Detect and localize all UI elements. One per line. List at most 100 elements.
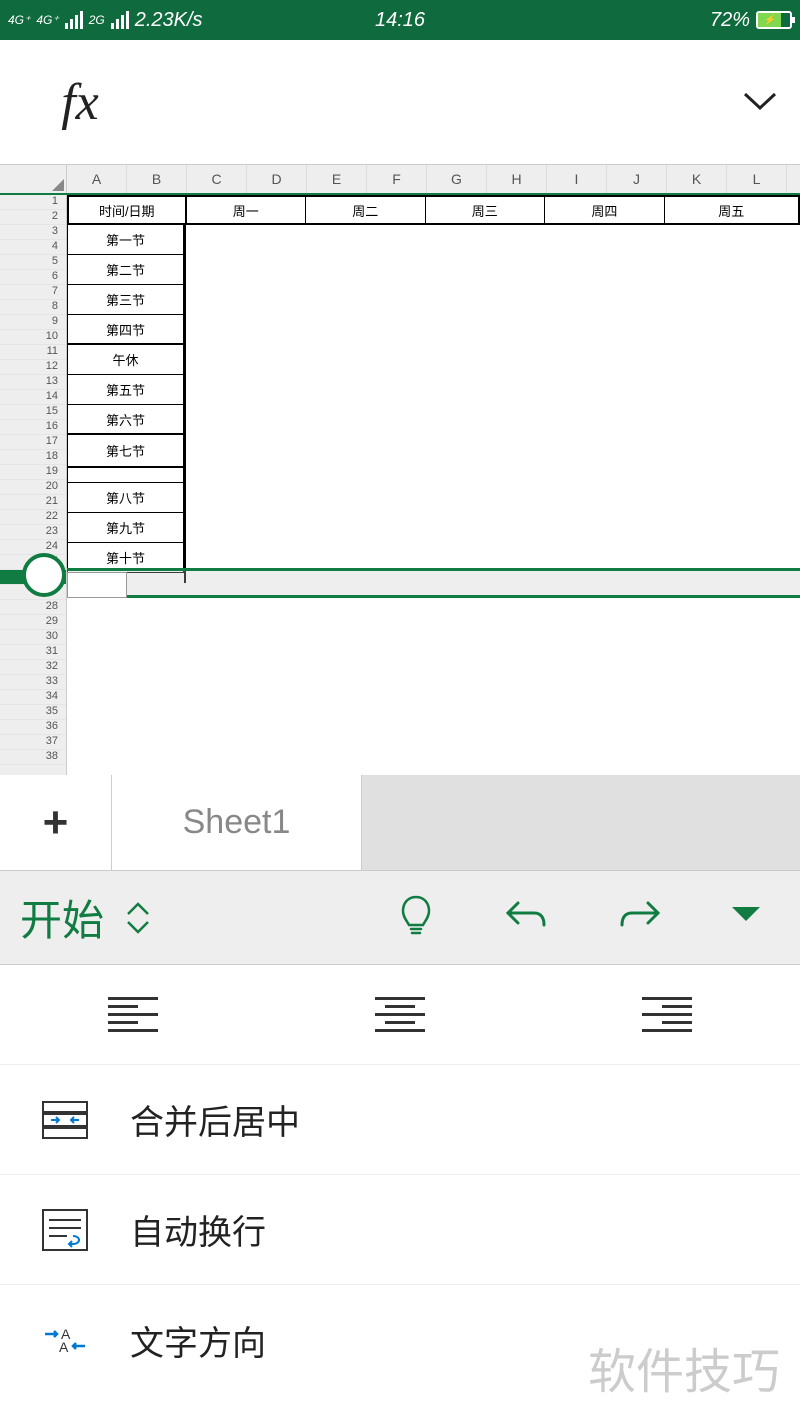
row-header-4[interactable]: 4 — [0, 240, 66, 255]
row-header-36[interactable]: 36 — [0, 720, 66, 735]
row-header-17[interactable]: 17 — [0, 435, 66, 450]
redo-button[interactable] — [618, 895, 662, 940]
row-header-1[interactable]: 1 — [0, 195, 66, 210]
row-header-35[interactable]: 35 — [0, 705, 66, 720]
ribbon-chevron-icon[interactable] — [124, 900, 152, 936]
wrap-label: 自动换行 — [130, 1205, 266, 1254]
column-header-F[interactable]: F — [367, 165, 427, 193]
expand-formula-button[interactable] — [720, 92, 800, 112]
signal-icon — [65, 11, 83, 29]
row-header-24[interactable]: 24 — [0, 540, 66, 555]
row-header-34[interactable]: 34 — [0, 690, 66, 705]
period-lunch: 午休 — [67, 345, 185, 375]
row-header-21[interactable]: 21 — [0, 495, 66, 510]
period-1: 第一节 — [67, 225, 185, 255]
row-headers: 1234567891011121314151617181920212223242… — [0, 195, 67, 775]
row-header-28[interactable]: 28 — [0, 600, 66, 615]
row-selection — [67, 568, 800, 598]
period-9: 第九节 — [67, 513, 185, 543]
column-header-L[interactable]: L — [727, 165, 787, 193]
row-header-3[interactable]: 3 — [0, 225, 66, 240]
column-header-G[interactable]: G — [427, 165, 487, 193]
direction-icon: A A — [40, 1315, 90, 1365]
column-header-C[interactable]: C — [187, 165, 247, 193]
row-header-5[interactable]: 5 — [0, 255, 66, 270]
row-header-16[interactable]: 16 — [0, 420, 66, 435]
ribbon: 开始 — [0, 870, 800, 965]
row-header-29[interactable]: 29 — [0, 615, 66, 630]
row-header-32[interactable]: 32 — [0, 660, 66, 675]
spreadsheet-grid[interactable]: 1234567891011121314151617181920212223242… — [0, 195, 800, 775]
row-header-9[interactable]: 9 — [0, 315, 66, 330]
row-header-30[interactable]: 30 — [0, 630, 66, 645]
column-header-H[interactable]: H — [487, 165, 547, 193]
selection-handle[interactable] — [22, 553, 66, 597]
row-header-19[interactable]: 19 — [0, 465, 66, 480]
fx-label: fx — [0, 73, 160, 132]
watermark: 软件技巧 — [588, 1332, 780, 1402]
column-header-I[interactable]: I — [547, 165, 607, 193]
network-2g: 2G — [89, 13, 105, 27]
row-header-6[interactable]: 6 — [0, 270, 66, 285]
sheet-tab-1[interactable]: Sheet1 — [112, 775, 362, 870]
row-header-12[interactable]: 12 — [0, 360, 66, 375]
row-header-13[interactable]: 13 — [0, 375, 66, 390]
row-header-8[interactable]: 8 — [0, 300, 66, 315]
undo-button[interactable] — [504, 895, 548, 940]
wrap-text-button[interactable]: 自动换行 — [0, 1175, 800, 1285]
merge-center-button[interactable]: 合并后居中 — [0, 1065, 800, 1175]
schedule-divider — [184, 225, 186, 583]
add-sheet-button[interactable]: + — [0, 775, 112, 870]
lightbulb-icon[interactable] — [398, 893, 434, 942]
align-left-button[interactable] — [108, 997, 158, 1032]
row-header-10[interactable]: 10 — [0, 330, 66, 345]
row-header-23[interactable]: 23 — [0, 525, 66, 540]
row-header-38[interactable]: 38 — [0, 750, 66, 765]
row-header-18[interactable]: 18 — [0, 450, 66, 465]
row-header-37[interactable]: 37 — [0, 735, 66, 750]
column-header-B[interactable]: B — [127, 165, 187, 193]
row-header-14[interactable]: 14 — [0, 390, 66, 405]
collapse-ribbon-button[interactable] — [732, 907, 760, 928]
merge-label: 合并后居中 — [130, 1095, 300, 1144]
row-header-33[interactable]: 33 — [0, 675, 66, 690]
period-3: 第三节 — [67, 285, 185, 315]
column-header-K[interactable]: K — [667, 165, 727, 193]
column-headers: ABCDEFGHIJKL — [0, 165, 800, 195]
formula-bar: fx — [0, 40, 800, 165]
row-header-20[interactable]: 20 — [0, 480, 66, 495]
network-4g-2: 4G⁺ — [36, 13, 58, 27]
row-header-15[interactable]: 15 — [0, 405, 66, 420]
battery-icon: ⚡ — [756, 11, 792, 29]
align-center-button[interactable] — [375, 997, 425, 1032]
day-thu: 周四 — [545, 197, 665, 223]
column-header-J[interactable]: J — [607, 165, 667, 193]
schedule-corner-cell: 时间/日期 — [69, 197, 187, 223]
network-speed: 2.23K/s — [135, 9, 203, 32]
cells-area[interactable]: 时间/日期 周一 周二 周三 周四 周五 第一节 第二节 第三节 第四节 午休 … — [67, 195, 800, 775]
select-all-corner[interactable] — [0, 165, 67, 193]
wrap-icon — [40, 1205, 90, 1255]
row-header-31[interactable]: 31 — [0, 645, 66, 660]
direction-label: 文字方向 — [130, 1316, 266, 1365]
row-header-11[interactable]: 11 — [0, 345, 66, 360]
schedule-header-row: 时间/日期 周一 周二 周三 周四 周五 — [67, 195, 800, 225]
battery-percent: 72% — [710, 9, 750, 32]
align-right-button[interactable] — [642, 997, 692, 1032]
period-5: 第五节 — [67, 375, 185, 405]
signal-icon-2 — [111, 11, 129, 29]
row-header-7[interactable]: 7 — [0, 285, 66, 300]
column-header-E[interactable]: E — [307, 165, 367, 193]
day-mon: 周一 — [187, 197, 307, 223]
row-header-2[interactable]: 2 — [0, 210, 66, 225]
period-8: 第八节 — [67, 483, 185, 513]
ribbon-tab-home[interactable]: 开始 — [20, 887, 104, 948]
day-tue: 周二 — [306, 197, 426, 223]
day-fri: 周五 — [665, 197, 798, 223]
period-6: 第六节 — [67, 405, 185, 435]
merge-icon — [40, 1095, 90, 1145]
selected-cell[interactable] — [67, 572, 127, 598]
row-header-22[interactable]: 22 — [0, 510, 66, 525]
column-header-D[interactable]: D — [247, 165, 307, 193]
column-header-A[interactable]: A — [67, 165, 127, 193]
